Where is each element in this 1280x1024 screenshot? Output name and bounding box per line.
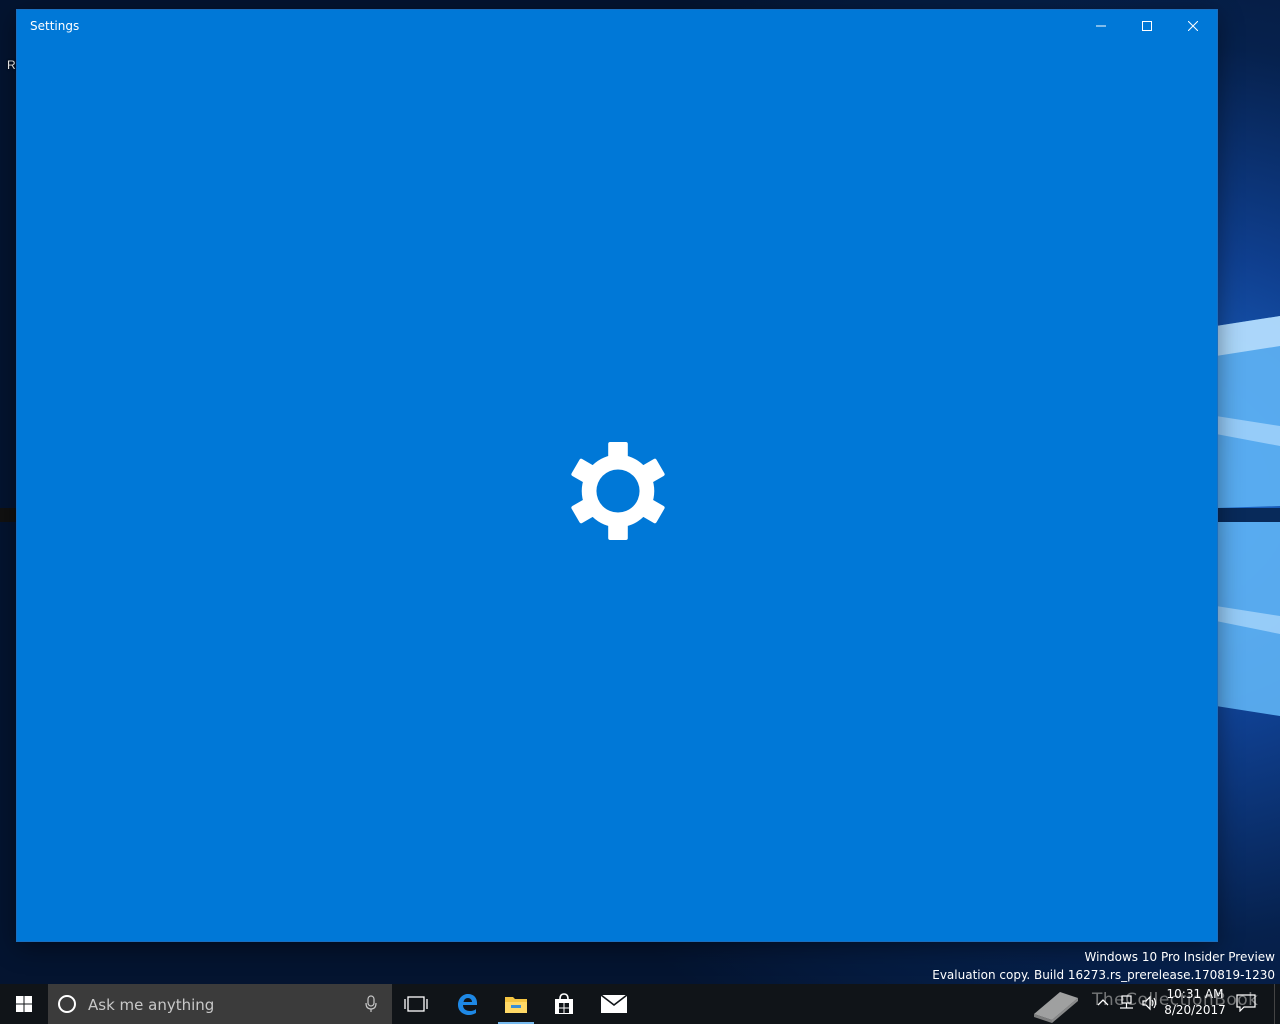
store-icon — [555, 993, 573, 1014]
clock-date: 8/20/2017 — [1164, 1003, 1226, 1017]
taskbar: Ask me anything — [0, 984, 1280, 1024]
volume-icon[interactable] — [1141, 994, 1159, 1012]
task-view-button[interactable] — [392, 984, 440, 1024]
book-logo-overlay-icon — [1034, 992, 1078, 1023]
minimize-button[interactable] — [1078, 10, 1124, 42]
build-watermark-line2: Evaluation copy. Build 16273.rs_prerelea… — [932, 968, 1275, 982]
close-button[interactable] — [1170, 10, 1216, 42]
edge-icon — [458, 994, 477, 1015]
taskbar-clock[interactable]: 10:31 AM 8/20/2017 — [1160, 986, 1230, 1018]
windows-start-icon — [16, 996, 32, 1012]
store-button[interactable] — [540, 984, 588, 1024]
maximize-icon — [1142, 21, 1152, 31]
desktop-fragment — [0, 508, 16, 522]
start-button[interactable] — [0, 984, 48, 1024]
mail-button[interactable] — [590, 984, 638, 1024]
edge-button[interactable] — [443, 984, 491, 1024]
task-view-icon — [404, 996, 428, 1012]
window-title: Settings — [30, 19, 80, 33]
clock-time: 10:31 AM — [1166, 987, 1224, 1001]
chevron-up-icon[interactable] — [1094, 994, 1112, 1012]
search-placeholder: Ask me anything — [88, 996, 215, 1014]
file-explorer-button[interactable] — [492, 984, 540, 1024]
maximize-button[interactable] — [1124, 10, 1170, 42]
title-bar[interactable]: Settings — [17, 10, 1217, 42]
network-icon[interactable] — [1117, 994, 1135, 1012]
close-icon — [1188, 21, 1198, 31]
show-desktop-button[interactable] — [1274, 984, 1280, 1024]
minimize-icon — [1096, 25, 1106, 27]
windows-logo-wallpaper — [1216, 316, 1280, 716]
action-center-icon[interactable] — [1236, 994, 1256, 1012]
gear-icon — [571, 442, 665, 540]
build-watermark-line1: Windows 10 Pro Insider Preview — [1084, 950, 1275, 964]
microphone-icon[interactable] — [363, 995, 379, 1013]
cortana-icon — [58, 995, 76, 1013]
settings-window[interactable]: Settings — [17, 10, 1217, 941]
cortana-search-box[interactable]: Ask me anything — [48, 984, 392, 1024]
mail-icon — [601, 995, 627, 1013]
file-explorer-icon — [505, 997, 527, 1013]
